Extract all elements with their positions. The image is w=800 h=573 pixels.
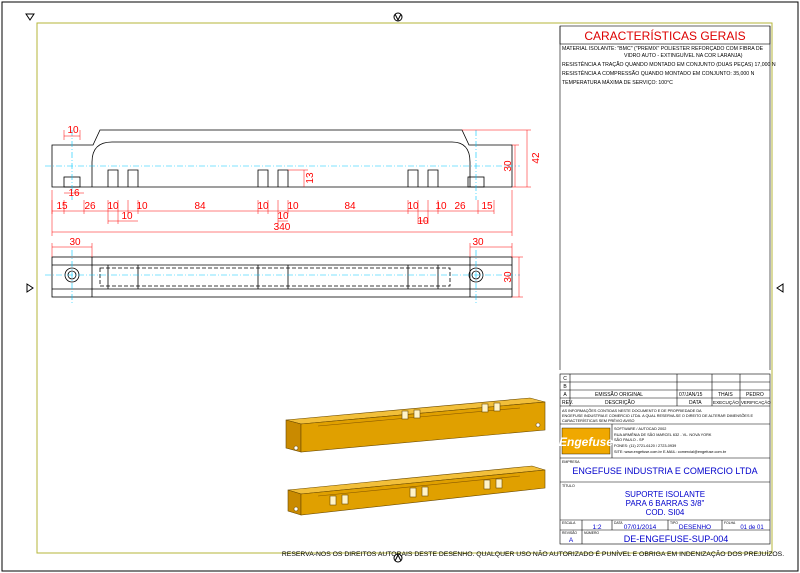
spec-material-1: MATERIAL ISOLANTE: "BMC" ("PREMIX" POLIE… bbox=[562, 46, 764, 52]
address-1: RUA ARMÊNIA DE SÃO MARCEL 632 - VL. NOVA… bbox=[614, 432, 712, 437]
notice-2: ENGEFUSE INDUSTRIA E COMERCIO LTDA. A QU… bbox=[562, 413, 754, 418]
hdr-rev: REV. bbox=[562, 400, 573, 406]
dim-label: 26 bbox=[454, 201, 466, 212]
dim-label: 30 bbox=[472, 237, 484, 248]
phone: FONES: (11) 2721-6120 / 2723-0939 bbox=[614, 444, 676, 448]
spec-material-2: VIDRO AUTO - EXTINGUÍVEL NA COR LARANJA) bbox=[624, 52, 743, 59]
drawing-sheet: CARACTERÍSTICAS GERAIS MATERIAL ISOLANTE… bbox=[1, 1, 799, 572]
label-date: DATA bbox=[614, 521, 623, 525]
label-scale: ESCALA bbox=[562, 521, 576, 525]
copyright-footer: RESERVA-NOS OS DIREITOS AUTORAIS DESTE D… bbox=[282, 549, 784, 558]
hdr-exec: EXECUÇÃO bbox=[713, 399, 739, 405]
dim-label: 10 bbox=[121, 211, 133, 222]
dim-label: 30 bbox=[503, 160, 514, 172]
spec-temperature: TEMPERATURA MÁXIMA DE SERVIÇO: 100°C bbox=[562, 79, 673, 86]
dim-label: 10 bbox=[287, 201, 299, 212]
label-sheet: FOLHA bbox=[724, 521, 736, 525]
dim-label: 15 bbox=[481, 201, 493, 212]
rev-emission: EMISSÃO ORIGINAL bbox=[595, 391, 643, 398]
dim-label: 15 bbox=[56, 201, 68, 212]
dim-label: 10 bbox=[67, 125, 79, 136]
dim-label-overall: 340 bbox=[274, 222, 291, 233]
dim-label: 10 bbox=[107, 201, 119, 212]
hdr-verif: VERIFICAÇÃO bbox=[741, 400, 771, 405]
dim-label: 42 bbox=[531, 152, 542, 164]
drawing-title-3: COD. SI04 bbox=[646, 508, 685, 517]
software: SOFTWARE / AUTOCAD 2002 bbox=[614, 427, 666, 431]
dim-label: 10 bbox=[136, 201, 148, 212]
hdr-date: DATA bbox=[689, 400, 702, 406]
notice-1: AS INFORMAÇÕES CONTIDAS NESTE DOCUMENTO … bbox=[562, 408, 702, 413]
specs-title: CARACTERÍSTICAS GERAIS bbox=[584, 28, 745, 43]
rev-row-c: C bbox=[563, 376, 567, 382]
company-logo-text: Engefuse bbox=[559, 435, 613, 449]
dim-label: 30 bbox=[69, 237, 81, 248]
drawing-number: DE-ENGEFUSE-SUP-004 bbox=[624, 534, 729, 544]
dim-label: 13 bbox=[305, 172, 316, 184]
address-2: SÃO PAULO - SP bbox=[614, 437, 645, 442]
site-email: SITE: www.engefuse.com.br E-MAIL: comerc… bbox=[614, 450, 727, 454]
scale-value: 1:2 bbox=[592, 524, 601, 531]
label-company: EMPRESA bbox=[562, 460, 580, 464]
dim-label: 30 bbox=[503, 271, 514, 283]
dim-label: 84 bbox=[344, 201, 356, 212]
notice-3: CARACTERÍSTICAS SEM PRÉVIO AVISO bbox=[562, 418, 635, 423]
revision-value: A bbox=[569, 537, 574, 544]
spec-compression: RESISTÊNCIA A COMPRESSÃO QUANDO MONTADO … bbox=[562, 69, 755, 77]
label-title: TÍTULO bbox=[562, 484, 575, 488]
label-number: NÚMERO bbox=[584, 530, 599, 535]
company-name: ENGEFUSE INDUSTRIA E COMERCIO LTDA bbox=[572, 466, 757, 476]
spec-tensile: RESISTÊNCIA A TRAÇÃO QUANDO MONTADO EM C… bbox=[562, 60, 776, 68]
dim-label: 84 bbox=[194, 201, 206, 212]
label-revision: REVISÃO bbox=[562, 530, 577, 535]
dim-label: 10 bbox=[435, 201, 447, 212]
dim-label: 16 bbox=[68, 188, 80, 199]
label-type: TIPO bbox=[670, 521, 678, 525]
dim-label: 10 bbox=[417, 216, 429, 227]
hdr-desc: DESCRIÇÃO bbox=[605, 399, 635, 406]
dim-label: 26 bbox=[84, 201, 96, 212]
rev-verif: PEDRO bbox=[746, 392, 764, 398]
dim-label: 10 bbox=[257, 201, 269, 212]
drawing-title-2: PARA 6 BARRAS 3/8" bbox=[626, 499, 705, 508]
type-value: DESENHO bbox=[679, 524, 711, 531]
drawing-title-1: SUPORTE ISOLANTE bbox=[625, 490, 705, 499]
dim-label: 10 bbox=[277, 211, 289, 222]
sheet-value: 01 de 01 bbox=[740, 525, 764, 531]
date-value: 07/01/2014 bbox=[624, 524, 657, 531]
dim-label: 10 bbox=[407, 201, 419, 212]
rev-exec: THAIS bbox=[718, 392, 733, 398]
rev-date: 07/JAN/15 bbox=[679, 392, 703, 398]
